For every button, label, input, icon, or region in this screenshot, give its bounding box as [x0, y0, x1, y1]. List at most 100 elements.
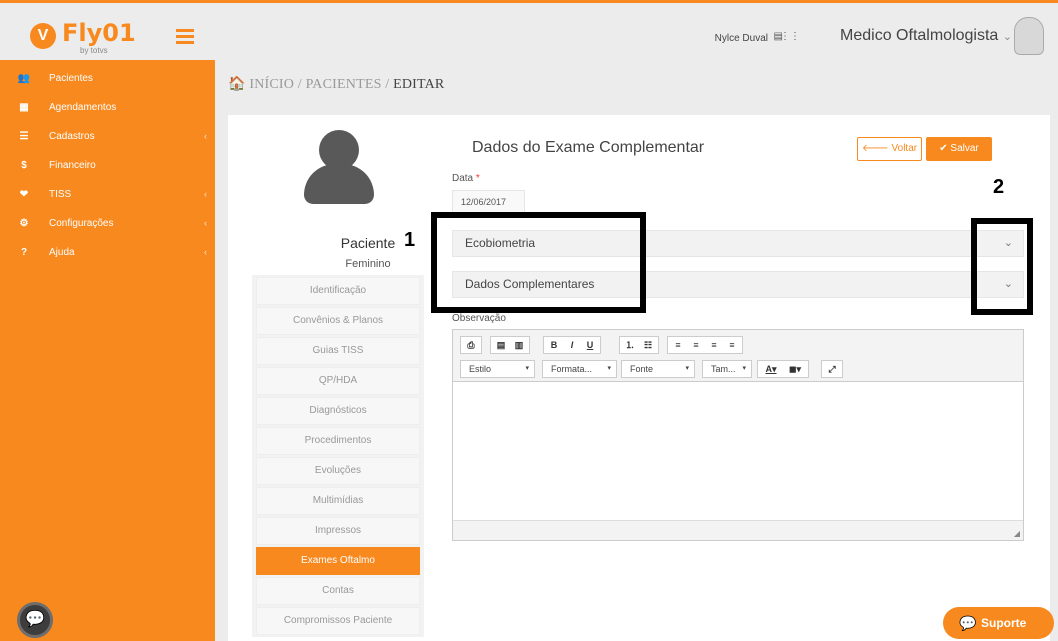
back-button-label: Voltar: [891, 143, 918, 154]
editor-toolbar: ⎙ ▤ ▥ B I U ⒈ ☷ ≡ ≡ ≡ ≡ Estilo ▾ Formata…: [453, 330, 1023, 382]
support-button[interactable]: 💬 Suporte: [943, 607, 1054, 639]
chevron-left-icon: ‹: [204, 131, 207, 141]
format-select[interactable]: Formata... ▾: [542, 360, 617, 378]
chevron-left-icon: ‹: [204, 247, 207, 257]
chevron-left-icon: ‹: [204, 218, 207, 228]
size-select[interactable]: Tam... ▾: [702, 360, 752, 378]
underline-button[interactable]: U: [582, 338, 598, 352]
role-selector[interactable]: Medico Oftalmologista ⌄: [840, 27, 1012, 45]
tab-exames-oftalmo[interactable]: Exames Oftalmo: [256, 547, 420, 575]
italic-button[interactable]: I: [564, 338, 580, 352]
patient-tabs: Identificação Convênios & Planos Guias TIS…: [252, 275, 424, 637]
data-label: Data *: [452, 173, 480, 184]
bullet-list-icon[interactable]: ☷: [640, 338, 656, 352]
bold-button[interactable]: B: [546, 338, 562, 352]
fly01-logo-icon: V: [30, 23, 56, 49]
tab-evolucoes[interactable]: Evoluções: [256, 457, 420, 485]
font-select-label: Fonte: [630, 364, 654, 374]
tab-convenios-planos[interactable]: Convênios & Planos: [256, 307, 420, 335]
paste-icon[interactable]: ▤: [493, 338, 509, 352]
users-icon: 👥: [17, 73, 31, 84]
sidebar-item-label: TISS: [49, 189, 72, 200]
logo-area: V Fly01 by totvs: [0, 0, 215, 60]
resize-handle-icon[interactable]: ◢: [1014, 529, 1020, 538]
tab-compromissos-paciente[interactable]: Compromissos Paciente: [256, 607, 420, 635]
calendar-icon: ▦: [19, 102, 29, 113]
align-left-icon[interactable]: ≡: [670, 338, 686, 352]
sidebar-item-agendamentos[interactable]: ▦ Agendamentos: [0, 93, 215, 122]
font-select[interactable]: Fonte ▾: [621, 360, 695, 378]
sidebar-item-label: Agendamentos: [49, 102, 117, 113]
sidebar-item-pacientes[interactable]: 👥 Pacientes: [0, 64, 215, 93]
sidebar-menu: 👥 Pacientes ▦ Agendamentos ☰ Cadastros ‹ $ Finan…: [0, 60, 215, 267]
maximize-group: ⤢: [821, 360, 843, 378]
maximize-icon[interactable]: ⤢: [824, 362, 840, 376]
format-select-label: Formata...: [551, 364, 593, 374]
chat-bubble-icon[interactable]: 💬: [17, 602, 53, 638]
breadcrumb-pacientes[interactable]: PACIENTES: [306, 77, 382, 92]
tab-identificacao[interactable]: Identificação: [256, 277, 420, 305]
dollar-icon: $: [21, 160, 27, 171]
background-color-icon[interactable]: ◼▾: [784, 362, 806, 376]
check-icon: ✔: [939, 143, 948, 154]
home-icon[interactable]: 🏠: [228, 77, 246, 92]
role-caret-icon: ⌄: [1002, 31, 1012, 43]
annotation-box-1: [431, 212, 646, 313]
style-select[interactable]: Estilo ▾: [460, 360, 535, 378]
question-icon: ?: [20, 247, 28, 258]
tab-diagnosticos[interactable]: Diagnósticos: [256, 397, 420, 425]
tab-procedimentos[interactable]: Procedimentos: [256, 427, 420, 455]
hamburger-menu-icon[interactable]: [176, 29, 194, 44]
brand-sub: by totvs: [80, 46, 108, 55]
sidebar: V Fly01 by totvs 👥 Pacientes ▦ Agendamentos…: [0, 0, 215, 641]
breadcrumb-separator: /: [297, 77, 302, 92]
patient-avatar-icon: [304, 130, 376, 204]
topbar: Nylce Duval ▤ ⋮⋮ Medico Oftalmologista ⌄: [215, 0, 1058, 60]
paste-text-icon[interactable]: ▥: [511, 338, 527, 352]
user-name[interactable]: Nylce Duval: [715, 33, 768, 44]
breadcrumb-current: EDITAR: [393, 77, 445, 92]
sidebar-item-label: Pacientes: [49, 73, 93, 84]
sidebar-item-ajuda[interactable]: ? Ajuda ‹: [0, 238, 215, 267]
sidebar-item-financeiro[interactable]: $ Financeiro: [0, 151, 215, 180]
justify-icon[interactable]: ≡: [724, 338, 740, 352]
sidebar-item-configura-es[interactable]: ⚙ Configurações ‹: [0, 209, 215, 238]
breadcrumb-separator: /: [385, 77, 390, 92]
numbered-list-icon[interactable]: ⒈: [622, 338, 638, 352]
editor-statusbar: ◢: [453, 520, 1023, 540]
tab-contas[interactable]: Contas: [256, 577, 420, 605]
brand-name: Fly01: [62, 19, 136, 47]
chevron-left-icon: ‹: [204, 189, 207, 199]
sidebar-item-label: Financeiro: [49, 160, 96, 171]
format-group: B I U: [543, 336, 601, 354]
sidebar-item-tiss[interactable]: ❤ TISS ‹: [0, 180, 215, 209]
date-field[interactable]: 12/06/2017: [452, 190, 525, 214]
support-label: Suporte: [981, 616, 1027, 630]
grid-icon[interactable]: ⋮⋮: [780, 31, 800, 42]
caret-down-icon: ▾: [525, 365, 529, 372]
back-button[interactable]: 🡐 Voltar: [857, 137, 922, 161]
print-group: ⎙: [460, 336, 482, 354]
caret-down-icon: ▾: [685, 365, 689, 372]
save-button-label: Salvar: [950, 143, 979, 154]
color-group: A▾ ◼▾: [757, 360, 809, 378]
tab-guias-tiss[interactable]: Guias TISS: [256, 337, 420, 365]
caret-down-icon: ▾: [607, 365, 611, 372]
rich-text-editor[interactable]: ⎙ ▤ ▥ B I U ⒈ ☷ ≡ ≡ ≡ ≡ Estilo ▾ Formata…: [452, 329, 1024, 541]
align-right-icon[interactable]: ≡: [706, 338, 722, 352]
align-center-icon[interactable]: ≡: [688, 338, 704, 352]
save-button[interactable]: ✔ Salvar: [926, 137, 992, 161]
user-avatar[interactable]: [1014, 17, 1044, 55]
sidebar-item-label: Ajuda: [49, 247, 75, 258]
breadcrumb-home[interactable]: INÍCIO: [249, 77, 294, 92]
print-icon[interactable]: ⎙: [463, 338, 479, 352]
tab-impressos[interactable]: Impressos: [256, 517, 420, 545]
main-panel: Paciente Feminino Identificação Convênios…: [228, 115, 1050, 641]
tab-multimidias[interactable]: Multimídias: [256, 487, 420, 515]
tab-qp-hda[interactable]: QP/HDA: [256, 367, 420, 395]
sidebar-item-label: Cadastros: [49, 131, 95, 142]
role-label: Medico Oftalmologista: [840, 27, 999, 44]
text-color-icon[interactable]: A▾: [760, 362, 782, 376]
heart-icon: ❤: [19, 189, 29, 200]
sidebar-item-cadastros[interactable]: ☰ Cadastros ‹: [0, 122, 215, 151]
